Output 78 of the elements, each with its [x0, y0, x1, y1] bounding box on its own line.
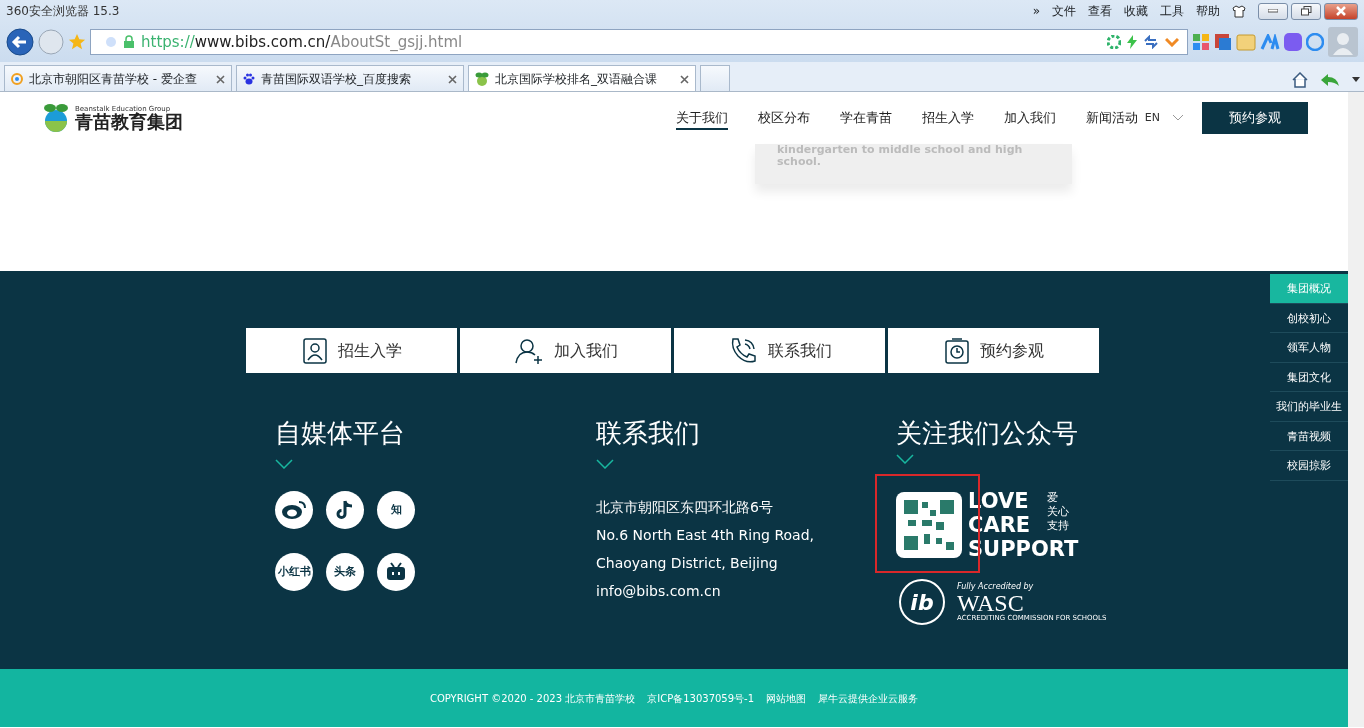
ib-logo: ib [899, 579, 945, 626]
close-button[interactable] [1324, 2, 1358, 20]
shirt-icon[interactable] [1232, 4, 1246, 18]
lock-icon [123, 35, 135, 49]
person-card-icon [301, 336, 328, 365]
menu-item[interactable]: 帮助 [1196, 2, 1220, 20]
restore-button[interactable] [1291, 2, 1321, 20]
back-icon[interactable] [6, 28, 34, 56]
menu-item[interactable]: 收藏 [1124, 2, 1148, 20]
caret-icon[interactable] [1352, 77, 1360, 83]
swap-icon[interactable] [1143, 35, 1159, 49]
quick-link-button[interactable]: 招生入学 [246, 328, 457, 373]
scrollbar[interactable] [1348, 92, 1364, 727]
nav-link[interactable]: 关于我们 [675, 106, 728, 130]
qr-code [896, 492, 962, 559]
quick-link-button[interactable]: 加入我们 [460, 328, 671, 373]
tv-icon[interactable] [377, 553, 415, 592]
sync-icon[interactable] [1306, 33, 1324, 51]
nav-link[interactable]: 学在青苗 [839, 106, 892, 130]
undo-icon[interactable] [1320, 73, 1340, 87]
paw-icon [243, 72, 255, 85]
nav-link[interactable]: 新闻活动 [1085, 106, 1138, 130]
tab-label: 北京市朝阳区青苗学校 - 爱企查 [29, 70, 197, 88]
circle-logo-icon[interactable] [275, 491, 313, 530]
logo-title: 青苗教育集团 [75, 112, 183, 131]
browser-tab[interactable]: 青苗国际双语学校_百度搜索 [236, 65, 464, 91]
contact-line: 北京市朝阳区东四环北路6号 [596, 498, 774, 518]
clock-icon [943, 336, 970, 365]
contact-line: No.6 North East 4th Ring Road, [596, 526, 815, 546]
slogan-text: 支持 [1047, 519, 1071, 534]
chevron-down-icon[interactable] [1165, 37, 1179, 47]
section-title: 自媒体平台 [275, 418, 406, 450]
chevron-down-icon [896, 453, 914, 464]
social-link[interactable]: 头条 [326, 553, 364, 592]
address-bar[interactable]: https://www.bibs.com.cn/AboutSt_gsjj.html [90, 29, 1188, 55]
visit-button[interactable]: 预约参观 [1202, 102, 1308, 134]
browser-tab[interactable]: 北京市朝阳区青苗学校 - 爱企查 [4, 65, 232, 91]
tab-label: 青苗国际双语学校_百度搜索 [261, 70, 411, 88]
nav-link[interactable]: 招生入学 [921, 106, 974, 130]
restore-icon [1300, 6, 1312, 16]
menu-item[interactable]: 文件 [1052, 2, 1076, 20]
menu-item[interactable]: » [1032, 2, 1040, 20]
nav-link[interactable]: 校区分布 [757, 106, 810, 130]
home-icon[interactable] [1292, 72, 1308, 88]
menu-item[interactable]: 查看 [1088, 2, 1112, 20]
slogan-text: 爱 [1047, 491, 1060, 506]
tab-label: 北京国际学校排名_双语融合课 [495, 70, 657, 88]
slogan-text: 关心 [1047, 505, 1071, 520]
copyright-text: COPYRIGHT ©2020 - 2023 北京市青苗学校 [429, 691, 636, 706]
note-icon[interactable] [326, 491, 364, 530]
section-title: 联系我们 [596, 418, 701, 450]
social-link[interactable]: 小红书 [275, 553, 313, 592]
chevron-down-icon [596, 459, 614, 470]
accreditation-caption: Fully Accredited by [957, 582, 1035, 591]
menu-item[interactable]: 工具 [1160, 2, 1184, 20]
quick-link-button[interactable]: 预约参观 [888, 328, 1099, 373]
browser-tab[interactable]: 北京国际学校排名_双语融合课 [468, 65, 696, 91]
close-icon [1336, 6, 1346, 16]
nav-link[interactable]: 加入我们 [1003, 106, 1056, 130]
lightning-icon[interactable] [1127, 35, 1137, 49]
star-icon[interactable] [68, 33, 86, 51]
new-tab-button[interactable] [700, 65, 730, 91]
chevron-down-icon[interactable] [1172, 114, 1184, 122]
add-user-icon [513, 336, 544, 365]
wasc-logo: WASC [957, 590, 1024, 615]
chevron-down-icon [275, 459, 293, 470]
window-title: 360安全浏览器 15.3 [6, 3, 120, 20]
language-link[interactable]: EN [1144, 109, 1160, 127]
contact-line: Chaoyang District, Beijing [596, 554, 779, 574]
contact-line: info@bibs.com.cn [596, 582, 722, 602]
apps-icon[interactable] [1192, 33, 1210, 51]
quick-link-button[interactable]: 联系我们 [674, 328, 885, 373]
sprout-icon [475, 71, 489, 86]
social-link[interactable]: 知 [377, 491, 415, 530]
section-title: 关注我们公众号 [896, 418, 1079, 450]
shutter-icon[interactable] [1107, 35, 1121, 49]
minimize-icon [1268, 9, 1278, 13]
magnifier-icon [11, 72, 23, 85]
